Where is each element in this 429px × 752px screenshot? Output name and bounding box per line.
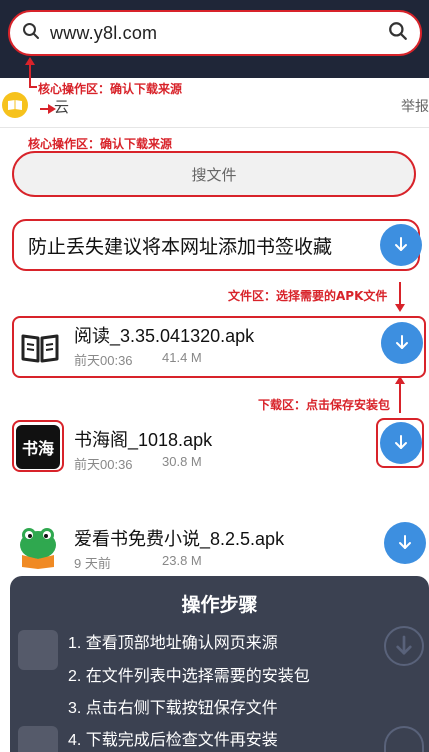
file-name[interactable]: 阅读_3.35.041320.apk (74, 322, 254, 348)
download-button[interactable] (384, 522, 426, 564)
file-date: 9 天前 (74, 556, 111, 571)
annotation-line (29, 64, 31, 86)
search-icon[interactable] (388, 21, 408, 46)
steps-title: 操作步骤 (181, 595, 258, 616)
file-size: 23.8 M (162, 553, 202, 568)
annotation-core-area: 核心操作区：确认下载来源 (28, 137, 173, 151)
download-button[interactable] (381, 322, 423, 364)
file-date: 前天00:36 (74, 457, 133, 472)
download-icon (399, 535, 411, 549)
download-icon (396, 335, 408, 349)
step-item: 2. 在文件列表中选择需要的安装包 (68, 668, 310, 685)
download-button (384, 726, 424, 752)
bookmark-text: 防止丢失建议将本网址添加书签收藏 (28, 236, 333, 258)
download-button (384, 626, 424, 666)
annotation-line (399, 282, 401, 306)
site-logo-icon (2, 92, 28, 118)
annotation-file-area: 文件区：选择需要的APK文件 (228, 289, 388, 303)
file-date: 前天00:36 (74, 353, 133, 368)
site-header: 云 举报 (0, 88, 429, 128)
address-bar[interactable]: www.y8l.com (8, 10, 422, 56)
search-icon (22, 22, 40, 45)
download-icon (395, 237, 407, 251)
download-icon (395, 435, 407, 449)
annotation-download-area: 下载区：点击保存安装包 (258, 398, 391, 412)
app-icon: 书海 (16, 425, 60, 469)
file-row[interactable]: 阅读_3.35.041320.apk 前天00:36 41.4 M (0, 318, 429, 382)
file-row[interactable]: 书海 书海阁_1018.apk 前天00:36 30.8 M (0, 422, 429, 486)
download-button[interactable] (380, 224, 422, 266)
bookmark-banner[interactable]: 防止丢失建议将本网址添加书签收藏 (12, 219, 420, 271)
step-item: 3. 点击右侧下载按钮保存文件 (68, 700, 278, 717)
site-name: 云 (54, 99, 70, 116)
file-size: 30.8 M (162, 454, 202, 469)
search-files-button[interactable]: 搜文件 (12, 151, 416, 197)
file-name[interactable]: 爱看书免费小说_8.2.5.apk (74, 525, 284, 551)
download-icon (396, 635, 412, 655)
frog-app-icon (16, 525, 60, 569)
file-name[interactable]: 书海阁_1018.apk (74, 426, 212, 452)
report-link[interactable]: 举报 (401, 96, 429, 116)
address-url[interactable]: www.y8l.com (50, 23, 157, 44)
file-size: 41.4 M (162, 350, 202, 365)
book-icon (18, 326, 62, 370)
app-icon (18, 726, 58, 752)
steps-panel: 操作步骤 1. 查看顶部地址确认网页来源 2. 在文件列表中选择需要的安装包 3… (10, 576, 429, 752)
app-icon-text: 书海 (21, 439, 54, 458)
step-item: 1. 查看顶部地址确认网页来源 (68, 635, 278, 652)
app-icon (18, 630, 58, 670)
browser-top-bar: www.y8l.com (0, 0, 429, 78)
annotation-arrow (395, 304, 405, 312)
download-button[interactable] (380, 422, 422, 464)
annotation-line (399, 383, 401, 413)
step-item: 4. 下载完成后检查文件再安装 (68, 732, 278, 749)
